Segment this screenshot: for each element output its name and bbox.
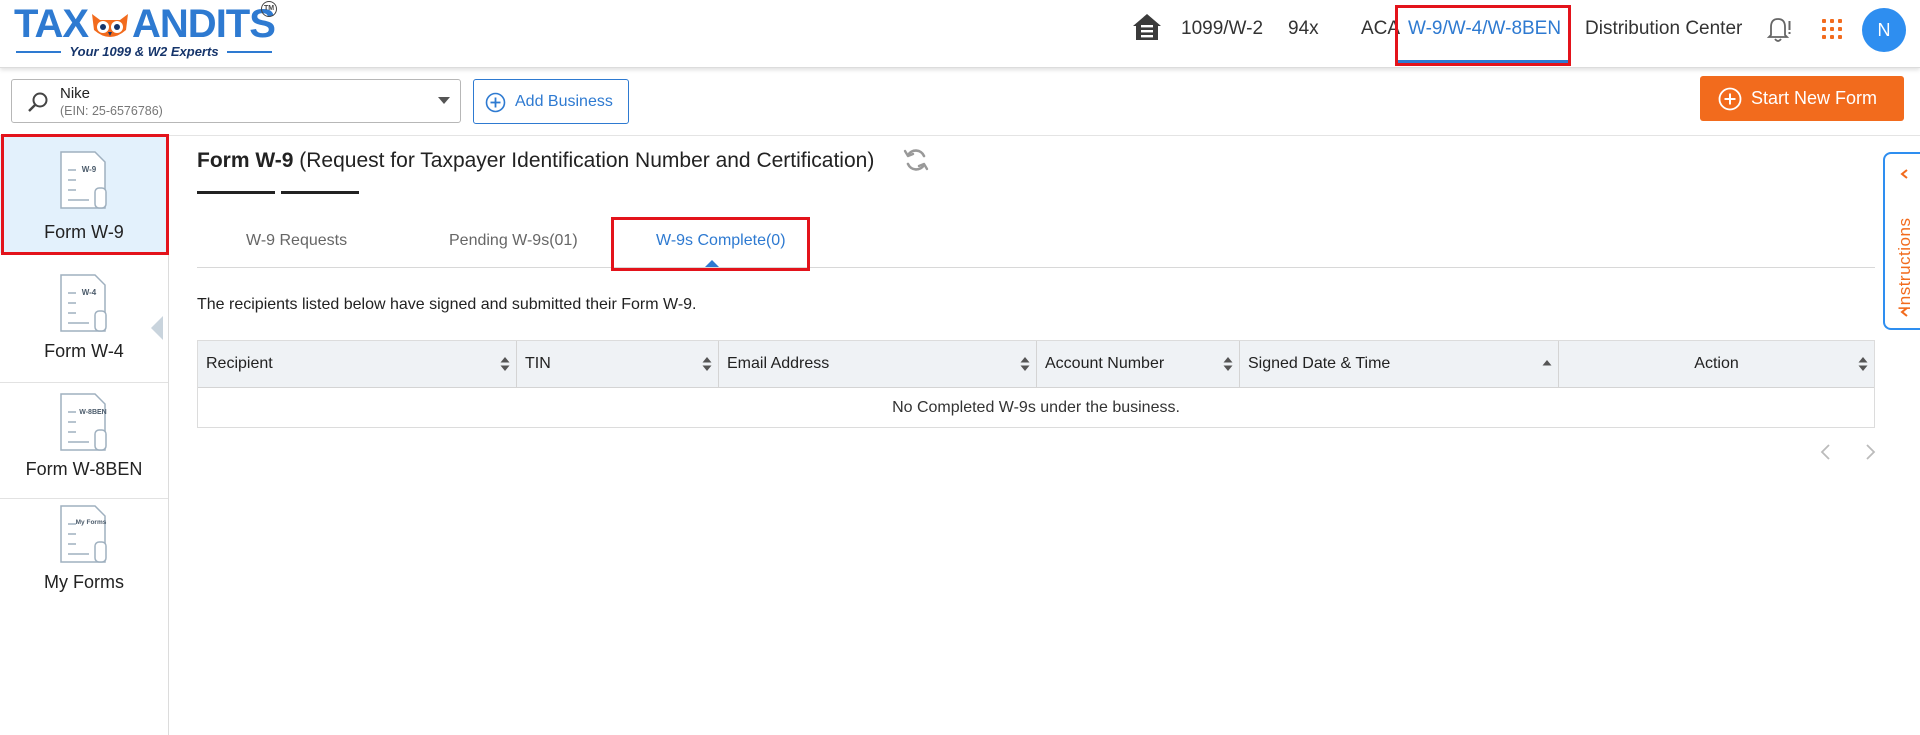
sidebar-item-label: My Forms [44, 572, 124, 592]
table-header: Recipient TIN Email Address Account Numb… [198, 341, 1874, 388]
tabs-divider [197, 267, 1875, 268]
logo-wordmark: TAX ANDITS [14, 2, 276, 47]
completed-w9-table: Recipient TIN Email Address Account Numb… [197, 340, 1875, 428]
sidebar-item-form-w8ben[interactable]: W-8BEN Form W-8BEN [0, 383, 168, 498]
business-ein: (EIN: 25-6576786) [60, 104, 163, 118]
sidebar-item-label: Form W-4 [44, 341, 124, 361]
form-type-sidebar: W-9 Form W-9 W-4 Form W-4 W-8BEN Form W-… [0, 136, 169, 735]
column-label: Account Number [1045, 355, 1165, 372]
nav-1099-w2[interactable]: 1099/W-2 [1181, 18, 1263, 40]
sidebar-item-label: Form W-8BEN [25, 459, 143, 479]
plus-circle-icon [485, 92, 506, 113]
column-header-action[interactable]: Action [1559, 341, 1874, 387]
column-header-tin[interactable]: TIN [517, 341, 719, 387]
column-header-recipient[interactable]: Recipient [198, 341, 517, 387]
title-underline [197, 191, 275, 194]
instructions-label: Instructions [1895, 217, 1914, 311]
start-new-form-label: Start New Form [1751, 88, 1878, 108]
active-nav-underline [1395, 60, 1569, 63]
form-w8ben-icon: W-8BEN [60, 393, 107, 451]
add-business-label: Add Business [515, 93, 613, 110]
home-icon[interactable] [1131, 11, 1163, 43]
logo-text-right: ANDITS [132, 2, 276, 46]
page-title-bold: Form W-9 [197, 149, 294, 172]
sort-icon [1223, 357, 1233, 371]
form-w4-icon: W-4 [60, 274, 107, 332]
column-label: Email Address [727, 355, 830, 372]
sidebar-item-form-w9[interactable]: W-9 Form W-9 [0, 136, 168, 253]
column-label: Recipient [206, 355, 273, 372]
business-name: Nike [60, 85, 91, 102]
column-label: Action [1694, 355, 1739, 372]
search-icon [28, 92, 48, 112]
nav-w9-w4-w8ben[interactable]: W-9/W-4/W-8BEN [1408, 18, 1561, 40]
column-label: TIN [525, 355, 551, 372]
page-title: Form W-9 (Request for Taxpayer Identific… [197, 149, 874, 173]
chevron-down-icon [438, 97, 450, 104]
bell-icon[interactable] [1766, 15, 1792, 43]
top-header: TAX ANDITS TM Your 1099 & W2 Experts 109… [0, 0, 1920, 68]
active-tab-indicator [705, 260, 719, 267]
logo-text-left: TAX [14, 2, 89, 46]
trademark-mark: TM [261, 1, 277, 17]
sidebar-item-form-w4[interactable]: W-4 Form W-4 [0, 269, 168, 382]
my-forms-icon: My Forms [60, 505, 107, 563]
chevron-left-icon [1900, 169, 1908, 179]
nav-distribution-center[interactable]: Distribution Center [1585, 18, 1742, 40]
svg-text:W-4: W-4 [82, 288, 97, 297]
taxbandits-logo[interactable]: TAX ANDITS TM Your 1099 & W2 Experts [14, 1, 284, 62]
apps-grid-icon[interactable] [1822, 19, 1842, 39]
tab-w9s-complete[interactable]: W-9s Complete(0) [656, 232, 786, 250]
svg-text:My Forms: My Forms [76, 519, 107, 526]
column-label: Signed Date & Time [1248, 355, 1391, 372]
svg-text:W-8BEN: W-8BEN [79, 409, 106, 416]
start-new-form-button[interactable]: Start New Form [1700, 76, 1904, 121]
sort-icon [1858, 357, 1868, 371]
nav-aca[interactable]: ACA [1361, 18, 1400, 40]
empty-table-message: No Completed W-9s under the business. [892, 399, 1180, 416]
chevron-left-icon [1900, 307, 1908, 317]
page-title-subtitle: (Request for Taxpayer Identification Num… [293, 149, 875, 172]
plus-circle-icon [1718, 87, 1742, 111]
sort-ascending-icon [1542, 360, 1552, 366]
refresh-icon[interactable] [902, 146, 930, 174]
column-header-signed-date-time[interactable]: Signed Date & Time [1240, 341, 1559, 387]
add-business-button[interactable]: Add Business [473, 79, 629, 124]
column-header-email-address[interactable]: Email Address [719, 341, 1037, 387]
sort-icon [702, 357, 712, 371]
tagline-text: Your 1099 & W2 Experts [69, 44, 219, 59]
tab-pending-w9s[interactable]: Pending W-9s(01) [449, 232, 578, 250]
chevron-right-icon[interactable] [1863, 443, 1877, 461]
title-underline [281, 191, 359, 194]
instructions-side-tab[interactable]: Instructions [1883, 152, 1920, 330]
sidebar-item-my-forms[interactable]: My Forms My Forms [0, 499, 168, 609]
owl-logo-icon [92, 14, 129, 37]
user-avatar[interactable]: N [1862, 8, 1906, 52]
logo-tagline: Your 1099 & W2 Experts [16, 44, 273, 59]
business-selector[interactable]: Nike (EIN: 25-6576786) [11, 79, 461, 123]
svg-text:W-9: W-9 [82, 165, 97, 174]
tab-w9-requests[interactable]: W-9 Requests [246, 232, 347, 250]
sort-icon [500, 357, 510, 371]
chevron-left-icon[interactable] [1819, 443, 1833, 461]
sidebar-item-label: Form W-9 [44, 222, 124, 242]
column-header-account-number[interactable]: Account Number [1037, 341, 1240, 387]
tab-description: The recipients listed below have signed … [197, 296, 697, 313]
form-w9-icon: W-9 [60, 151, 107, 209]
subheader-divider [0, 135, 1920, 136]
nav-94x[interactable]: 94x [1288, 18, 1319, 40]
sort-icon [1020, 357, 1030, 371]
